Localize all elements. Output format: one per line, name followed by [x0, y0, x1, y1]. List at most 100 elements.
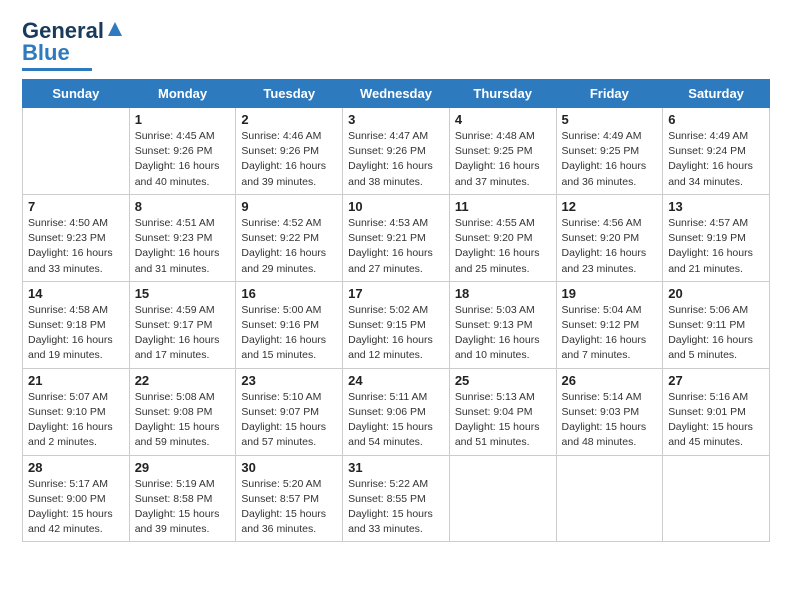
day-info: Sunrise: 5:07 AM Sunset: 9:10 PM Dayligh…	[28, 390, 124, 451]
calendar-cell	[663, 455, 770, 542]
day-info: Sunrise: 5:14 AM Sunset: 9:03 PM Dayligh…	[562, 390, 658, 451]
logo: General Blue	[22, 18, 124, 71]
day-number: 26	[562, 373, 658, 388]
calendar-cell: 23Sunrise: 5:10 AM Sunset: 9:07 PM Dayli…	[236, 368, 343, 455]
day-info: Sunrise: 4:57 AM Sunset: 9:19 PM Dayligh…	[668, 216, 764, 277]
week-row-2: 7 Sunrise: 4:50 AM Sunset: 9:23 PM Daylig…	[23, 194, 770, 281]
weekday-header-row: SundayMondayTuesdayWednesdayThursdayFrid…	[23, 80, 770, 108]
calendar-cell: 5 Sunrise: 4:49 AM Sunset: 9:25 PM Daylig…	[556, 108, 663, 195]
calendar-cell: 25Sunrise: 5:13 AM Sunset: 9:04 PM Dayli…	[449, 368, 556, 455]
calendar-cell: 16Sunrise: 5:00 AM Sunset: 9:16 PM Dayli…	[236, 281, 343, 368]
week-row-4: 21 Sunrise: 5:07 AM Sunset: 9:10 PM Dayli…	[23, 368, 770, 455]
day-info: Sunrise: 5:04 AM Sunset: 9:12 PM Dayligh…	[562, 303, 658, 364]
calendar-cell: 3 Sunrise: 4:47 AM Sunset: 9:26 PM Daylig…	[343, 108, 450, 195]
day-number: 28	[28, 460, 124, 475]
day-info: Sunrise: 4:56 AM Sunset: 9:20 PM Dayligh…	[562, 216, 658, 277]
calendar-cell: 20Sunrise: 5:06 AM Sunset: 9:11 PM Dayli…	[663, 281, 770, 368]
day-number: 19	[562, 286, 658, 301]
calendar-cell: 8Sunrise: 4:51 AM Sunset: 9:23 PM Daylig…	[129, 194, 236, 281]
day-info: Sunrise: 4:49 AM Sunset: 9:24 PM Dayligh…	[668, 129, 764, 190]
day-info: Sunrise: 5:08 AM Sunset: 9:08 PM Dayligh…	[135, 390, 231, 451]
weekday-header-wednesday: Wednesday	[343, 80, 450, 108]
week-row-5: 28Sunrise: 5:17 AM Sunset: 9:00 PM Dayli…	[23, 455, 770, 542]
calendar-cell: 4 Sunrise: 4:48 AM Sunset: 9:25 PM Daylig…	[449, 108, 556, 195]
day-number: 22	[135, 373, 231, 388]
day-number: 29	[135, 460, 231, 475]
day-info: Sunrise: 4:49 AM Sunset: 9:25 PM Dayligh…	[562, 129, 658, 190]
logo-triangle-icon	[106, 20, 124, 38]
calendar-cell: 21 Sunrise: 5:07 AM Sunset: 9:10 PM Dayli…	[23, 368, 130, 455]
day-number: 23	[241, 373, 337, 388]
day-number: 30	[241, 460, 337, 475]
day-info: Sunrise: 4:52 AM Sunset: 9:22 PM Dayligh…	[241, 216, 337, 277]
day-number: 4	[455, 112, 551, 127]
calendar-cell: 12 Sunrise: 4:56 AM Sunset: 9:20 PM Dayli…	[556, 194, 663, 281]
day-info: Sunrise: 5:06 AM Sunset: 9:11 PM Dayligh…	[668, 303, 764, 364]
calendar-cell	[23, 108, 130, 195]
day-info: Sunrise: 5:00 AM Sunset: 9:16 PM Dayligh…	[241, 303, 337, 364]
day-number: 3	[348, 112, 444, 127]
weekday-header-sunday: Sunday	[23, 80, 130, 108]
day-info: Sunrise: 5:22 AM Sunset: 8:55 PM Dayligh…	[348, 477, 444, 538]
calendar-cell: 30 Sunrise: 5:20 AM Sunset: 8:57 PM Dayli…	[236, 455, 343, 542]
weekday-header-monday: Monday	[129, 80, 236, 108]
calendar-cell	[556, 455, 663, 542]
calendar-cell: 24 Sunrise: 5:11 AM Sunset: 9:06 PM Dayli…	[343, 368, 450, 455]
weekday-header-thursday: Thursday	[449, 80, 556, 108]
day-info: Sunrise: 4:47 AM Sunset: 9:26 PM Dayligh…	[348, 129, 444, 190]
day-number: 25	[455, 373, 551, 388]
day-info: Sunrise: 4:45 AM Sunset: 9:26 PM Dayligh…	[135, 129, 231, 190]
day-number: 31	[348, 460, 444, 475]
day-info: Sunrise: 4:51 AM Sunset: 9:23 PM Dayligh…	[135, 216, 231, 277]
calendar-cell: 15 Sunrise: 4:59 AM Sunset: 9:17 PM Dayli…	[129, 281, 236, 368]
calendar-cell: 7 Sunrise: 4:50 AM Sunset: 9:23 PM Daylig…	[23, 194, 130, 281]
logo-blue: Blue	[22, 40, 70, 66]
day-number: 5	[562, 112, 658, 127]
day-info: Sunrise: 4:58 AM Sunset: 9:18 PM Dayligh…	[28, 303, 124, 364]
day-number: 24	[348, 373, 444, 388]
day-number: 12	[562, 199, 658, 214]
week-row-1: 1Sunrise: 4:45 AM Sunset: 9:26 PM Daylig…	[23, 108, 770, 195]
header: General Blue	[22, 18, 770, 71]
day-number: 14	[28, 286, 124, 301]
day-number: 17	[348, 286, 444, 301]
week-row-3: 14 Sunrise: 4:58 AM Sunset: 9:18 PM Dayli…	[23, 281, 770, 368]
calendar-cell: 2 Sunrise: 4:46 AM Sunset: 9:26 PM Daylig…	[236, 108, 343, 195]
calendar-cell: 18Sunrise: 5:03 AM Sunset: 9:13 PM Dayli…	[449, 281, 556, 368]
calendar-cell: 22 Sunrise: 5:08 AM Sunset: 9:08 PM Dayli…	[129, 368, 236, 455]
day-info: Sunrise: 4:48 AM Sunset: 9:25 PM Dayligh…	[455, 129, 551, 190]
day-info: Sunrise: 4:53 AM Sunset: 9:21 PM Dayligh…	[348, 216, 444, 277]
day-info: Sunrise: 4:59 AM Sunset: 9:17 PM Dayligh…	[135, 303, 231, 364]
day-info: Sunrise: 5:11 AM Sunset: 9:06 PM Dayligh…	[348, 390, 444, 451]
day-info: Sunrise: 4:46 AM Sunset: 9:26 PM Dayligh…	[241, 129, 337, 190]
calendar-cell: 6Sunrise: 4:49 AM Sunset: 9:24 PM Daylig…	[663, 108, 770, 195]
day-number: 10	[348, 199, 444, 214]
day-number: 18	[455, 286, 551, 301]
day-number: 2	[241, 112, 337, 127]
calendar-cell: 27Sunrise: 5:16 AM Sunset: 9:01 PM Dayli…	[663, 368, 770, 455]
weekday-header-friday: Friday	[556, 80, 663, 108]
logo-underline	[22, 68, 92, 71]
calendar-cell: 13 Sunrise: 4:57 AM Sunset: 9:19 PM Dayli…	[663, 194, 770, 281]
page: General Blue SundayMondayTuesdayWednesda…	[0, 0, 792, 560]
calendar-cell: 9 Sunrise: 4:52 AM Sunset: 9:22 PM Daylig…	[236, 194, 343, 281]
day-info: Sunrise: 5:19 AM Sunset: 8:58 PM Dayligh…	[135, 477, 231, 538]
calendar-table: SundayMondayTuesdayWednesdayThursdayFrid…	[22, 79, 770, 542]
day-number: 7	[28, 199, 124, 214]
calendar-cell: 11Sunrise: 4:55 AM Sunset: 9:20 PM Dayli…	[449, 194, 556, 281]
calendar-cell: 14 Sunrise: 4:58 AM Sunset: 9:18 PM Dayli…	[23, 281, 130, 368]
day-info: Sunrise: 4:50 AM Sunset: 9:23 PM Dayligh…	[28, 216, 124, 277]
day-info: Sunrise: 5:20 AM Sunset: 8:57 PM Dayligh…	[241, 477, 337, 538]
day-number: 11	[455, 199, 551, 214]
weekday-header-saturday: Saturday	[663, 80, 770, 108]
calendar-cell: 10 Sunrise: 4:53 AM Sunset: 9:21 PM Dayli…	[343, 194, 450, 281]
calendar-cell: 26 Sunrise: 5:14 AM Sunset: 9:03 PM Dayli…	[556, 368, 663, 455]
day-number: 13	[668, 199, 764, 214]
day-number: 15	[135, 286, 231, 301]
calendar-cell: 29 Sunrise: 5:19 AM Sunset: 8:58 PM Dayli…	[129, 455, 236, 542]
calendar-cell: 31 Sunrise: 5:22 AM Sunset: 8:55 PM Dayli…	[343, 455, 450, 542]
day-number: 21	[28, 373, 124, 388]
day-info: Sunrise: 5:02 AM Sunset: 9:15 PM Dayligh…	[348, 303, 444, 364]
day-number: 9	[241, 199, 337, 214]
calendar-cell: 1Sunrise: 4:45 AM Sunset: 9:26 PM Daylig…	[129, 108, 236, 195]
